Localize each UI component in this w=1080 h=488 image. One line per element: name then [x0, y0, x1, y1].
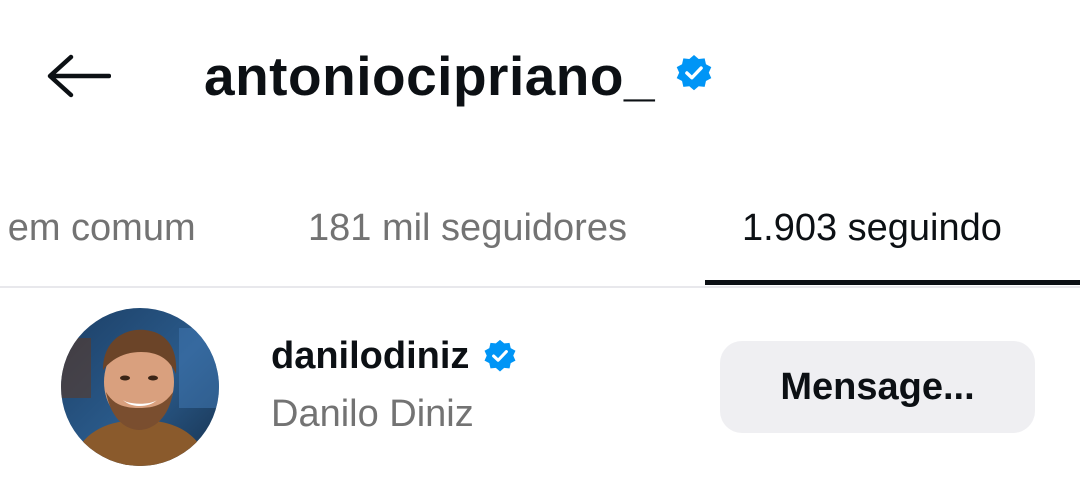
username[interactable]: danilodiniz: [271, 335, 469, 378]
avatar-photo: [61, 308, 219, 466]
avatar[interactable]: [61, 308, 219, 466]
full-name: Danilo Diniz: [271, 393, 474, 435]
arrow-left-icon: [47, 54, 111, 98]
back-button[interactable]: [40, 44, 116, 108]
list-item[interactable]: danilodiniz Danilo Diniz Mensage...: [0, 305, 1080, 475]
tabs-divider: [0, 286, 1080, 288]
verified-badge-icon: [484, 339, 516, 372]
user-info: danilodiniz Danilo Diniz: [271, 333, 517, 437]
message-button[interactable]: Mensage...: [720, 341, 1035, 433]
profile-username: antoniocipriano_: [204, 44, 656, 107]
top-bar: antoniocipriano_: [0, 0, 1080, 150]
username-line: danilodiniz: [271, 333, 517, 379]
active-tab-indicator: [705, 280, 1080, 285]
profile-title: antoniocipriano_: [204, 38, 713, 114]
tab-following[interactable]: 1.903 seguindo: [742, 198, 1002, 258]
tab-followers[interactable]: 181 mil seguidores: [308, 198, 627, 258]
tab-mutual[interactable]: 7 em comum: [0, 198, 196, 258]
follow-tabs: 7 em comum 181 mil seguidores 1.903 segu…: [0, 180, 1080, 290]
verified-badge-icon: [676, 54, 712, 91]
